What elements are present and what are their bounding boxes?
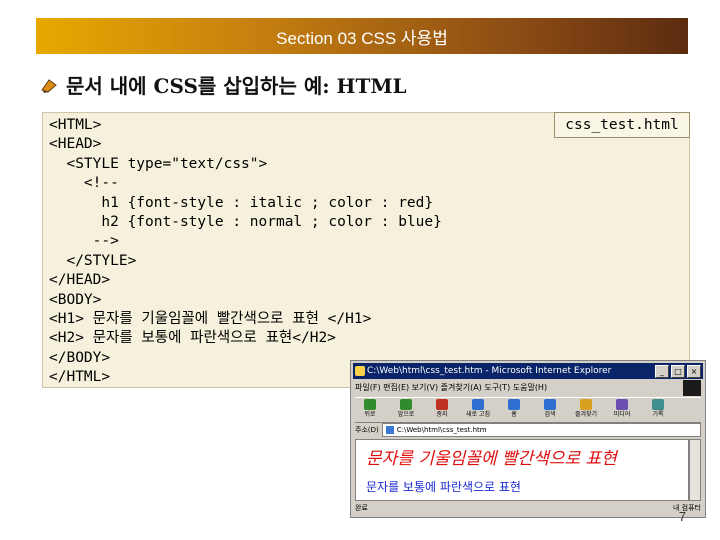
toolbar-label: 새로 고침 — [466, 411, 490, 418]
toolbar-icon — [544, 399, 556, 410]
code-listing: <HTML> <HEAD> <STYLE type="text/css"> <!-… — [42, 112, 690, 388]
code-line: <HEAD> — [49, 136, 102, 153]
browser-toolbar: 뒤로 앞으로 중지 새로 고침 홈 검색 즐겨찾기 미디어 기록 — [355, 397, 701, 423]
toolbar-button[interactable]: 미디어 — [607, 398, 637, 422]
toolbar-icon — [436, 399, 448, 410]
maximize-icon[interactable]: □ — [671, 365, 685, 378]
code-line: <STYLE type="text/css"> — [49, 155, 268, 172]
browser-content: 문자를 기울임꼴에 빨간색으로 표현 문자를 보통에 파란색으로 표현 — [355, 439, 689, 501]
address-input[interactable]: C:\Web\html\css_test.htm — [381, 423, 701, 437]
code-line: --> — [49, 233, 119, 250]
windows-logo-icon — [683, 380, 701, 396]
section-title: Section 03 CSS 사용법 — [276, 28, 448, 48]
bullet-icon — [41, 78, 57, 93]
ie-icon — [355, 366, 365, 376]
close-icon[interactable]: × — [687, 365, 701, 378]
status-left: 완료 — [355, 504, 368, 512]
code-line: </HEAD> — [49, 272, 111, 289]
rendered-h1: 문자를 기울임꼴에 빨간색으로 표현 — [366, 449, 617, 469]
code-line: <HTML> — [49, 117, 102, 133]
toolbar-button[interactable]: 새로 고침 — [463, 398, 493, 422]
code-line: <BODY> — [49, 291, 102, 308]
browser-menu-bar[interactable]: 파일(F) 편집(E) 보기(V) 즐겨찾기(A) 도구(T) 도움말(H) — [355, 381, 681, 395]
toolbar-label: 앞으로 — [397, 411, 415, 418]
toolbar-button[interactable]: 앞으로 — [391, 398, 421, 422]
code-line: </STYLE> — [49, 252, 137, 269]
toolbar-button[interactable]: 뒤로 — [355, 398, 385, 422]
toolbar-icon — [472, 399, 484, 410]
toolbar-icon — [580, 399, 592, 410]
vertical-scrollbar[interactable] — [689, 439, 701, 501]
code-line: <H2> 문자를 보통에 파란색으로 표현</H2> — [49, 330, 336, 347]
toolbar-button[interactable]: 즐겨찾기 — [571, 398, 601, 422]
address-bar: 주소(D) C:\Web\html\css_test.htm — [355, 423, 701, 437]
code-line: <!-- — [49, 175, 119, 192]
heading-text: 문서 내에 CSS를 삽입하는 예: HTML — [66, 74, 407, 98]
toolbar-label: 즐겨찾기 — [574, 411, 598, 418]
section-banner: Section 03 CSS 사용법 — [36, 18, 688, 54]
toolbar-icon — [616, 399, 628, 410]
toolbar-icon — [508, 399, 520, 410]
rendered-h2: 문자를 보통에 파란색으로 표현 — [366, 480, 521, 494]
toolbar-button[interactable]: 홈 — [499, 398, 529, 422]
toolbar-icon — [364, 399, 376, 410]
toolbar-button[interactable]: 중지 — [427, 398, 457, 422]
toolbar-label: 기록 — [652, 411, 664, 418]
toolbar-icon — [652, 399, 664, 410]
toolbar-label: 중지 — [436, 411, 448, 418]
status-bar: 완료 내 컴퓨터 — [355, 500, 701, 515]
toolbar-label: 미디어 — [613, 411, 631, 418]
filename-label: css_test.html — [554, 112, 690, 138]
code-line: <H1> 문자를 기울임꼴에 빨간색으로 표현 </H1> — [49, 310, 372, 327]
status-right: 내 컴퓨터 — [673, 504, 701, 512]
toolbar-button[interactable]: 기록 — [643, 398, 673, 422]
code-lines: <HTML> <HEAD> <STYLE type="text/css"> <!-… — [49, 116, 442, 387]
toolbar-label: 검색 — [544, 411, 556, 418]
toolbar-label: 홈 — [511, 411, 517, 418]
toolbar-label: 뒤로 — [364, 411, 376, 418]
browser-title-bar: C:\Web\html\css_test.htm - Microsoft Int… — [353, 363, 703, 379]
slide-heading: 문서 내에 CSS를 삽입하는 예: HTML — [40, 70, 407, 99]
toolbar-button[interactable]: 검색 — [535, 398, 565, 422]
page-number: 7 — [678, 509, 686, 524]
minimize-icon[interactable]: _ — [655, 365, 669, 378]
address-label: 주소(D) — [355, 426, 379, 434]
toolbar-icon — [400, 399, 412, 410]
code-line: h1 {font-style : italic ; color : red} — [49, 194, 434, 211]
code-line: h2 {font-style : normal ; color : blue} — [49, 213, 442, 230]
browser-title: C:\Web\html\css_test.htm - Microsoft Int… — [367, 366, 612, 376]
window-controls: _ □ × — [655, 365, 701, 378]
browser-window: C:\Web\html\css_test.htm - Microsoft Int… — [350, 360, 706, 518]
